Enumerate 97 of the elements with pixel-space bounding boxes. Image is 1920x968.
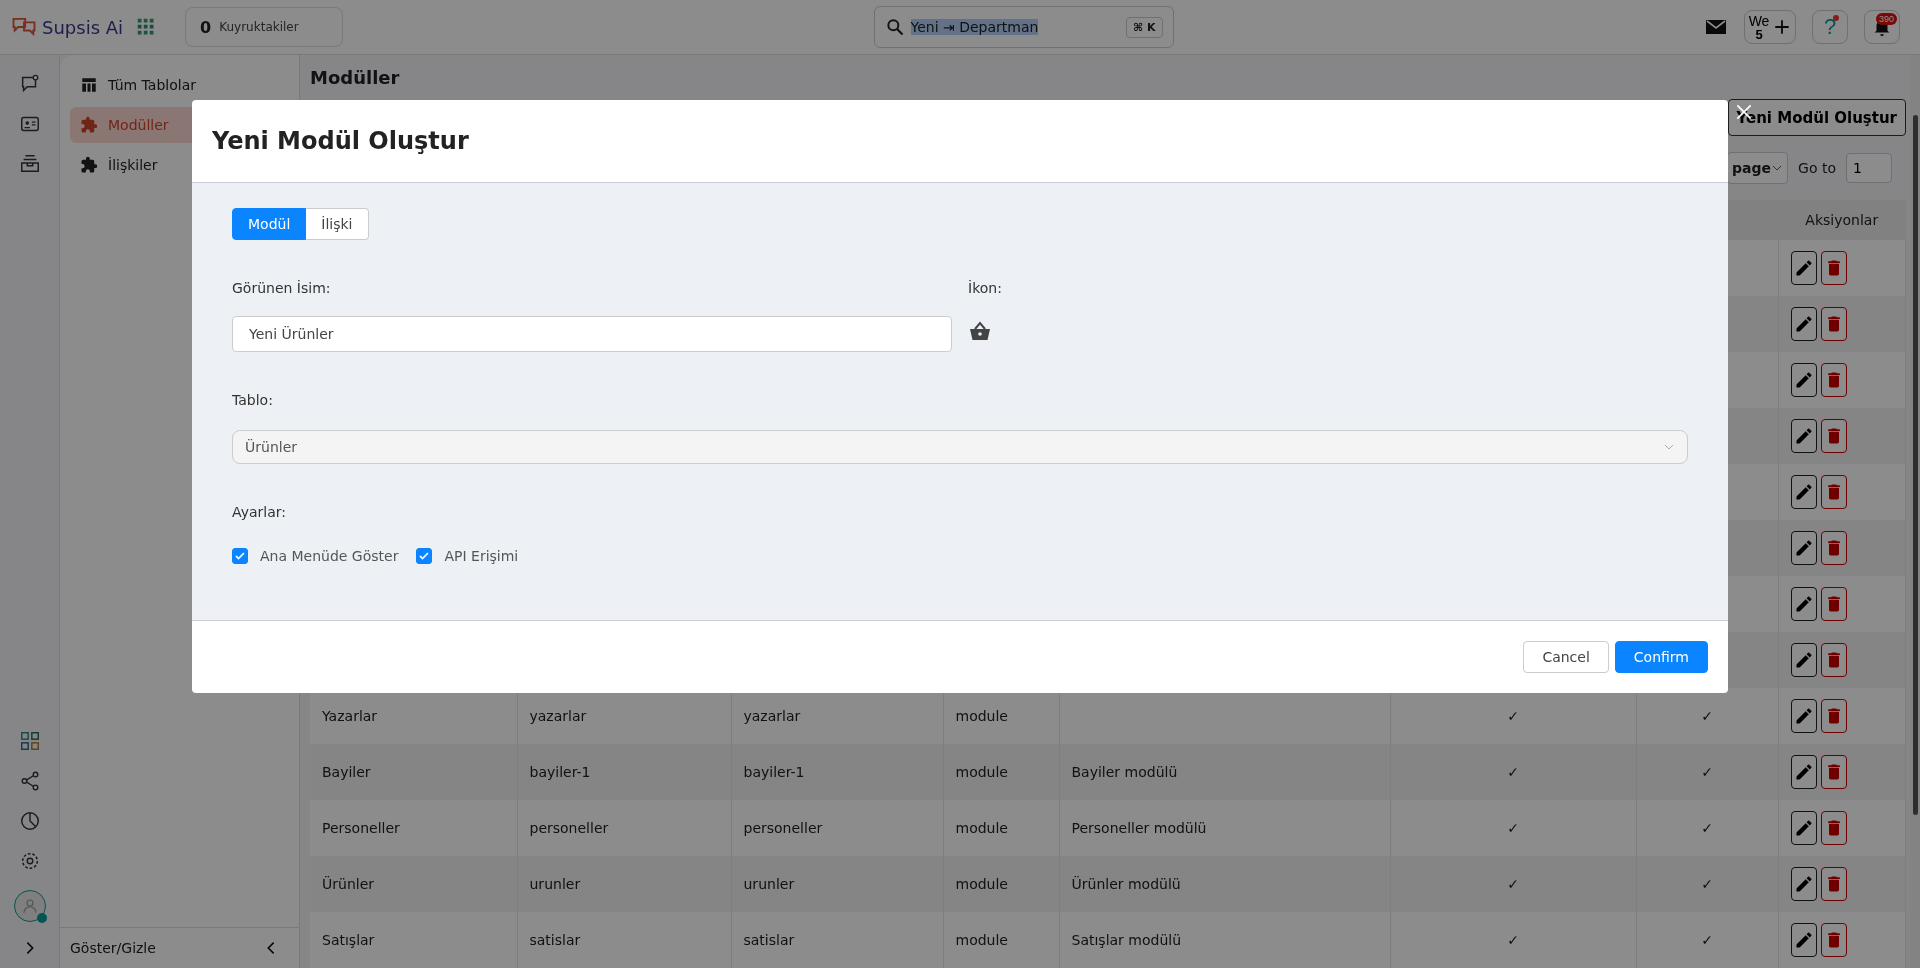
table-cell: module [943, 912, 1059, 968]
edit-button[interactable] [1790, 811, 1817, 845]
apps-grid-icon [137, 18, 156, 36]
checkbox[interactable] [232, 548, 248, 564]
person-silhouette-icon [20, 897, 39, 915]
confirm-button[interactable]: Confirm [1614, 641, 1708, 673]
table-cell: personeller [731, 800, 943, 856]
table-cell: Bayiler modülü [1059, 744, 1390, 800]
table-cell: module [943, 800, 1059, 856]
table-cell: ✓ [1636, 800, 1778, 856]
table-cell: ✓ [1390, 744, 1636, 800]
field-label: İkon: [968, 280, 1002, 298]
edit-button[interactable] [1790, 755, 1817, 789]
table-cell: ✓ [1636, 856, 1778, 912]
delete-button[interactable] [1820, 531, 1847, 565]
puzzle-piece-icon [80, 116, 98, 134]
notifications-button[interactable]: 390 [1864, 10, 1900, 44]
edit-button[interactable] [1790, 531, 1817, 565]
edit-button[interactable] [1790, 475, 1817, 509]
inbox-tray-icon [18, 153, 41, 175]
user-avatar[interactable] [13, 890, 46, 922]
checkbox-label: API Erişimi [444, 548, 519, 564]
edit-button[interactable] [1790, 587, 1817, 621]
checkbox-label: Ana Menüde Göster [260, 548, 399, 564]
checkmark-icon [418, 550, 431, 562]
page-input[interactable]: 1 [1846, 153, 1892, 183]
queue-counter[interactable]: 0 Kuyruktakiler [185, 7, 344, 47]
create-module-button[interactable]: Yeni Modül Oluştur [1727, 99, 1906, 136]
table-icon [80, 76, 98, 94]
cancel-button[interactable]: Cancel [1523, 641, 1609, 673]
column-header: Aksiyonlar [1778, 200, 1906, 240]
table-cell: satislar [731, 912, 943, 968]
delete-button[interactable] [1820, 923, 1847, 957]
edit-button[interactable] [1790, 363, 1817, 397]
edit-button[interactable] [1790, 643, 1817, 677]
delete-button[interactable] [1820, 811, 1847, 845]
table-cell: ✓ [1390, 856, 1636, 912]
delete-button[interactable] [1820, 755, 1847, 789]
table-select[interactable]: Ürünler [232, 430, 1688, 464]
field-label: Görünen İsim: [232, 280, 332, 298]
puzzle-piece-icon [80, 156, 98, 174]
plus-icon [1773, 18, 1792, 36]
delete-button[interactable] [1820, 251, 1847, 285]
edit-button[interactable] [1790, 419, 1817, 453]
delete-button[interactable] [1820, 699, 1847, 733]
edit-button[interactable] [1790, 923, 1817, 957]
table-cell: urunler [731, 856, 943, 912]
table-cell: Satışlar modülü [1059, 912, 1390, 968]
tab[interactable]: Modül [232, 208, 307, 240]
table-cell: ✓ [1636, 744, 1778, 800]
checkbox[interactable] [416, 548, 433, 564]
table-cell: module [943, 744, 1059, 800]
scrollbar[interactable] [1910, 55, 1920, 968]
workspace-button[interactable]: We 5 [1744, 10, 1796, 44]
edit-button[interactable] [1790, 251, 1817, 285]
delete-button[interactable] [1820, 587, 1847, 621]
brand-name: Supsis Ai [42, 16, 124, 38]
search-field[interactable]: Yeni ⇥ Departman ⌘ K [873, 6, 1174, 48]
display-name-field[interactable]: Yeni Ürünler [232, 316, 952, 352]
pie-chart-icon [18, 810, 41, 832]
page-title: Modüller [310, 67, 401, 89]
table-cell: Ürünler modülü [1059, 856, 1390, 912]
table-cell: ✓ [1390, 912, 1636, 968]
tab[interactable]: İlişki [306, 208, 369, 240]
field-label: Ayarlar: [232, 504, 287, 522]
toggle-label[interactable]: Göster/Gizle [70, 940, 156, 956]
sidebar-item[interactable]: Tüm Tablolar [70, 67, 289, 103]
table-cell: Personeller modülü [1059, 800, 1390, 856]
dashboard-grid-icon [18, 730, 41, 752]
table-cell: ✓ [1636, 688, 1778, 744]
field-label: Tablo: [232, 392, 274, 410]
notification-count: 390 [1875, 13, 1897, 25]
table-cell: personeller [517, 800, 731, 856]
edit-button[interactable] [1790, 867, 1817, 901]
table-cell: Bayiler [310, 744, 517, 800]
table-cell: satislar [517, 912, 731, 968]
search-icon [884, 17, 905, 37]
table-cell: bayiler-1 [731, 744, 943, 800]
delete-button[interactable] [1820, 363, 1847, 397]
table-cell: Personeller [310, 800, 517, 856]
page-size-select[interactable]: page [1727, 152, 1789, 184]
delete-button[interactable] [1820, 643, 1847, 677]
checkmark-icon [234, 550, 246, 562]
table-cell: ✓ [1390, 800, 1636, 856]
table-cell: urunler [517, 856, 731, 912]
table-cell: ✓ [1636, 912, 1778, 968]
edit-button[interactable] [1790, 307, 1817, 341]
table-cell: Ürünler [310, 856, 517, 912]
delete-button[interactable] [1820, 419, 1847, 453]
edit-button[interactable] [1790, 699, 1817, 733]
table-cell: bayiler-1 [517, 744, 731, 800]
go-to-label: Go to [1798, 160, 1836, 176]
delete-button[interactable] [1820, 867, 1847, 901]
delete-button[interactable] [1820, 475, 1847, 509]
table-cell: module [943, 856, 1059, 912]
table-cell: Satışlar [310, 912, 517, 968]
delete-button[interactable] [1820, 307, 1847, 341]
